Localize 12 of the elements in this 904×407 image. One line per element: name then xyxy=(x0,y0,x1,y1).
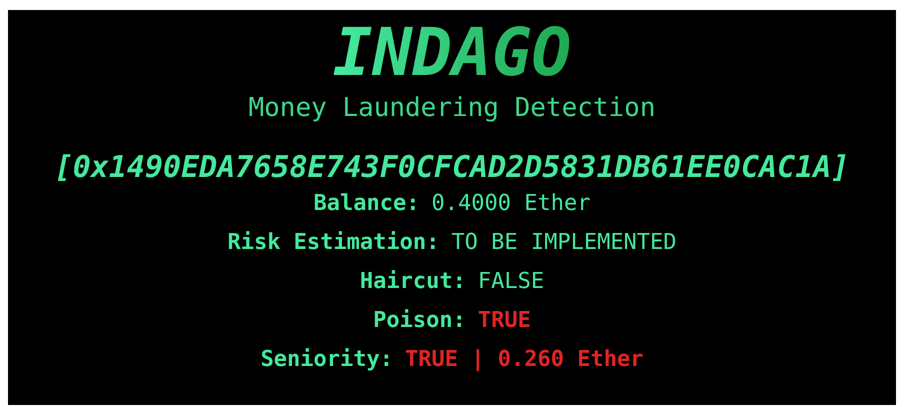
field-label: Poison: xyxy=(373,307,466,334)
field-value: 0.4000 Ether xyxy=(432,190,590,217)
field-label: Seniority: xyxy=(260,346,394,373)
field-label: Balance: xyxy=(314,190,420,217)
field-value: FALSE xyxy=(478,268,544,295)
field-value: TRUE xyxy=(478,307,531,334)
field-label: Risk Estimation: xyxy=(227,229,440,256)
field-value: TO BE IMPLEMENTED xyxy=(451,229,677,256)
wallet-address: [0x1490EDA7658E743F0CFCAD2D5831DB61EE0CAC1A] xyxy=(54,149,850,187)
field-label: Haircut: xyxy=(360,268,466,295)
field-value: TRUE | 0.260 Ether xyxy=(405,346,644,373)
app-subtitle: Money Laundering Detection xyxy=(248,92,656,124)
